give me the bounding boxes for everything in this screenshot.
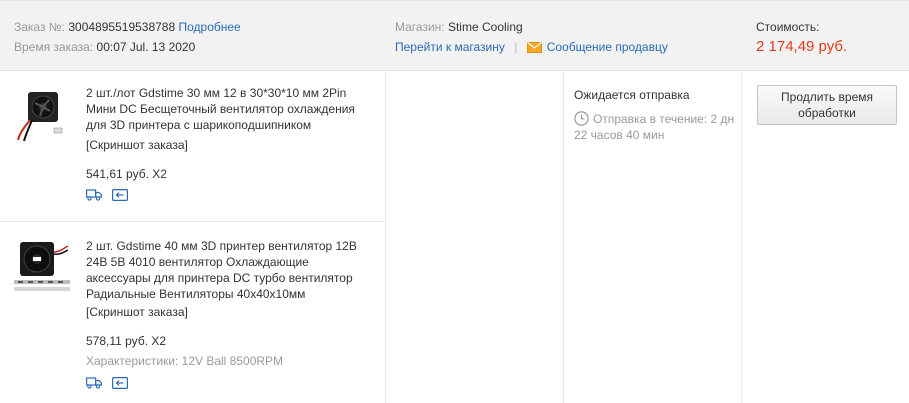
return-icon[interactable] [112,189,128,201]
product-thumbnail-fan-40mm[interactable] [14,238,70,294]
order-snapshot-link[interactable]: [Скриншот заказа] [86,137,188,153]
store-links-row: Перейти к магазину | Сообщение продавцу [395,39,668,55]
item-divider [0,221,385,222]
column-divider [563,71,564,403]
store-label: Магазин: [395,20,445,34]
order-snapshot-link[interactable]: [Скриншот заказа] [86,304,188,320]
item-characteristics: Характеристики: 12V Ball 8500RPM [86,354,284,368]
order-total: 2 174,49 руб. [756,38,848,55]
order-number-label: Заказ №: [14,20,66,34]
product-thumbnail-fan-30mm[interactable] [14,88,70,144]
product-title[interactable]: 2 шт. Gdstime 40 мм 3D принтер вентилято… [86,238,376,302]
countdown-text: Отправка в течение: 2 дн 22 часов 40 мин [574,112,735,142]
item-service-icons [86,189,128,201]
product-title[interactable]: 2 шт./лот Gdstime 30 мм 12 в 30*30*10 мм… [86,85,376,133]
order-details-link[interactable]: Подробнее [179,20,241,34]
envelope-icon [526,42,542,53]
message-seller-link[interactable]: Сообщение продавцу [526,40,668,54]
order-time: 00:07 Jul. 13 2020 [96,40,196,54]
store-name: Stime Cooling [447,20,523,34]
order-header: Заказ №: 3004895519538788 Подробнее Врем… [0,0,909,71]
link-separator: | [514,40,518,54]
order-number: 3004895519538788 [68,20,176,34]
order-status: Ожидается отправка [574,88,690,102]
order-time-row: Время заказа: 00:07 Jul. 13 2020 [14,39,195,55]
go-to-store-link[interactable]: Перейти к магазину [395,40,505,54]
store-row: Магазин: Stime Cooling [395,19,523,35]
item-price: 541,61 руб. X2 [86,167,167,181]
column-divider [385,71,386,403]
truck-icon[interactable] [86,189,102,201]
order-number-row: Заказ №: 3004895519538788 Подробнее [14,19,241,35]
clock-icon [574,111,589,126]
item-service-icons [86,377,128,389]
cost-label: Стоимость: [756,20,820,34]
order-time-label: Время заказа: [14,40,94,54]
shipping-countdown: Отправка в течение: 2 дн 22 часов 40 мин [574,111,744,143]
truck-icon[interactable] [86,377,102,389]
return-icon[interactable] [112,377,128,389]
message-seller-label: Сообщение продавцу [546,40,668,54]
item-price: 578,11 руб. X2 [86,334,167,348]
extend-processing-time-button[interactable]: Продлить время обработки [757,85,897,125]
